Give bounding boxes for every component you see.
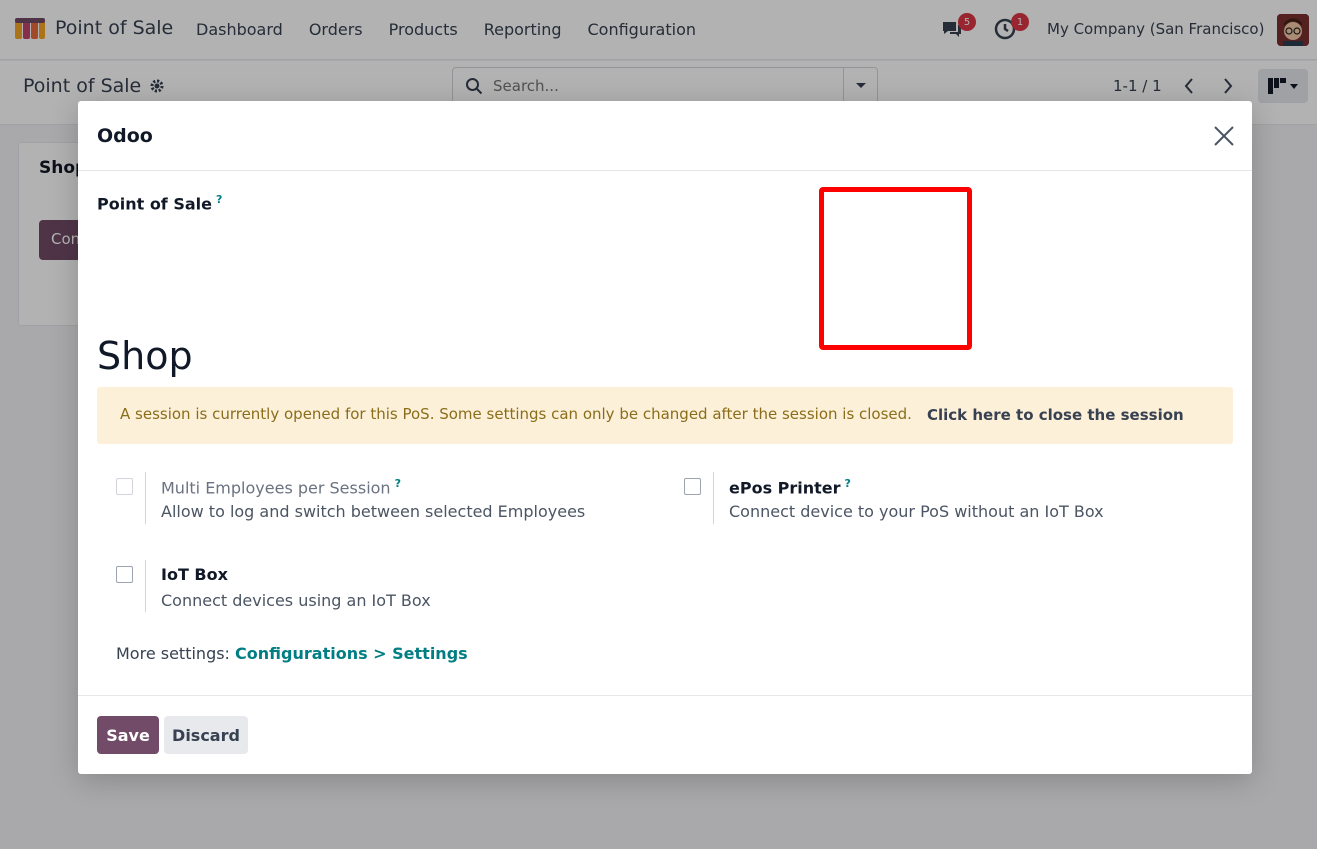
iot-box-checkbox[interactable]: [116, 566, 133, 583]
setting-divider: [145, 560, 146, 612]
session-warning-alert: A session is currently opened for this P…: [97, 387, 1233, 444]
record-name: Shop: [97, 334, 193, 378]
close-icon[interactable]: [1211, 123, 1237, 149]
help-tooltip[interactable]: ?: [845, 477, 851, 490]
iot-box-title: IoT Box: [161, 565, 228, 584]
configuration-settings-link[interactable]: Configurations > Settings: [235, 644, 468, 663]
image-highlight-box[interactable]: [819, 187, 972, 350]
pos-field-label-text: Point of Sale: [97, 194, 212, 214]
dialog-header: Odoo: [78, 101, 1252, 171]
dialog-footer: Save Discard: [78, 695, 1252, 774]
multi-employees-checkbox[interactable]: [116, 478, 133, 495]
dialog-title: Odoo: [97, 125, 153, 147]
pos-field-label: Point of Sale?: [97, 193, 222, 213]
close-session-link[interactable]: Click here to close the session: [927, 406, 1184, 424]
more-settings: More settings: Configurations > Settings: [116, 644, 468, 663]
save-button[interactable]: Save: [97, 716, 159, 754]
help-tooltip[interactable]: ?: [216, 193, 222, 206]
epos-printer-checkbox[interactable]: [684, 478, 701, 495]
iot-box-description: Connect devices using an IoT Box: [161, 591, 431, 610]
multi-employees-title: Multi Employees per Session?: [161, 477, 401, 497]
more-settings-label: More settings:: [116, 644, 230, 663]
epos-printer-title: ePos Printer?: [729, 477, 851, 497]
alert-text: A session is currently opened for this P…: [120, 405, 912, 423]
setting-divider: [145, 472, 146, 524]
epos-printer-description: Connect device to your PoS without an Io…: [729, 502, 1104, 521]
settings-dialog: Odoo Point of Sale? Shop A session is cu…: [78, 101, 1252, 774]
help-tooltip[interactable]: ?: [395, 477, 401, 490]
multi-employees-title-text: Multi Employees per Session: [161, 478, 391, 498]
multi-employees-description: Allow to log and switch between selected…: [161, 502, 586, 521]
epos-printer-title-text: ePos Printer: [729, 478, 841, 498]
discard-button[interactable]: Discard: [164, 716, 248, 754]
setting-divider: [713, 472, 714, 524]
